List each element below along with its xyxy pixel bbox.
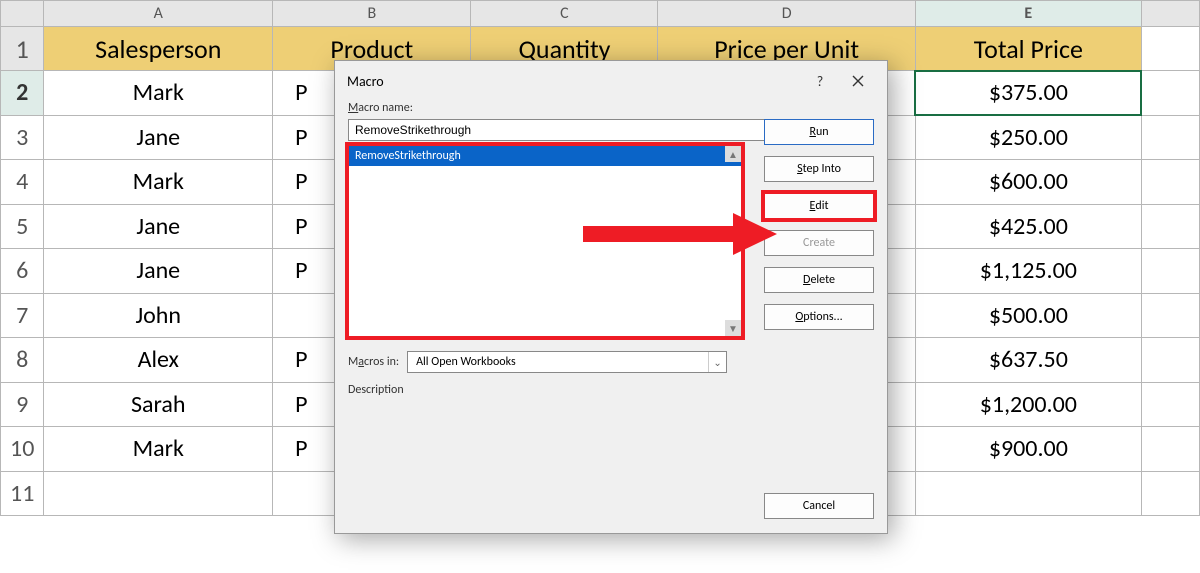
cell-f5[interactable] [1141, 204, 1199, 249]
macros-in-value: All Open Workbooks [408, 352, 708, 372]
macro-list[interactable]: RemoveStrikethrough ▲ ▼ [348, 145, 742, 337]
row-header-10[interactable]: 10 [1, 427, 44, 472]
cell-a1[interactable]: Salesperson [44, 27, 273, 71]
row-header-11[interactable]: 11 [1, 471, 44, 516]
cell-f1[interactable] [1141, 27, 1199, 71]
cell-a11[interactable] [44, 471, 273, 516]
cell-e4[interactable]: $600.00 [915, 160, 1141, 205]
cell-e8[interactable]: $637.50 [915, 338, 1141, 383]
description-label: Description [348, 383, 874, 397]
corner-cell[interactable] [1, 1, 44, 27]
cell-e1[interactable]: Total Price [915, 27, 1141, 71]
cell-f6[interactable] [1141, 249, 1199, 294]
cell-f10[interactable] [1141, 427, 1199, 472]
step-into-button[interactable]: Step Into [764, 156, 874, 182]
macros-in-label: Macros in: [348, 355, 399, 369]
cell-e3[interactable]: $250.00 [915, 115, 1141, 160]
delete-button[interactable]: Delete [764, 267, 874, 293]
cell-a6[interactable]: Jane [44, 249, 273, 294]
row-header-1[interactable]: 1 [1, 27, 44, 71]
cell-f9[interactable] [1141, 382, 1199, 427]
macro-list-item-selected[interactable]: RemoveStrikethrough [349, 146, 741, 166]
row-header-9[interactable]: 9 [1, 382, 44, 427]
cell-a10[interactable]: Mark [44, 427, 273, 472]
cell-f8[interactable] [1141, 338, 1199, 383]
col-header-b[interactable]: B [273, 1, 471, 27]
row-header-2[interactable]: 2 [1, 71, 44, 116]
cancel-button[interactable]: Cancel [764, 493, 874, 519]
col-header-c[interactable]: C [471, 1, 658, 27]
close-button[interactable] [839, 67, 877, 95]
col-header-e[interactable]: E [915, 1, 1141, 27]
row-header-4[interactable]: 4 [1, 160, 44, 205]
cell-e2[interactable]: $375.00 [915, 71, 1141, 116]
macro-name-label: Macro name: [348, 101, 874, 115]
macro-dialog: Macro ? Macro name: RemoveStrikethrough … [334, 60, 888, 534]
row-header-7[interactable]: 7 [1, 293, 44, 338]
cell-a2[interactable]: Mark [44, 71, 273, 116]
scroll-down-icon[interactable]: ▼ [725, 320, 741, 336]
cell-e11[interactable] [915, 471, 1141, 516]
column-headers-row: A B C D E [1, 1, 1200, 27]
create-button: Create [764, 230, 874, 256]
cell-a3[interactable]: Jane [44, 115, 273, 160]
cell-e6[interactable]: $1,125.00 [915, 249, 1141, 294]
row-header-3[interactable]: 3 [1, 115, 44, 160]
row-header-5[interactable]: 5 [1, 204, 44, 249]
scroll-up-icon[interactable]: ▲ [725, 146, 741, 162]
cell-e5[interactable]: $425.00 [915, 204, 1141, 249]
dialog-title: Macro [347, 73, 801, 90]
cell-a8[interactable]: Alex [44, 338, 273, 383]
col-header-next[interactable] [1141, 1, 1199, 27]
run-button[interactable]: Run [764, 119, 874, 145]
options-button[interactable]: Options... [764, 304, 874, 330]
cell-e10[interactable]: $900.00 [915, 427, 1141, 472]
cell-a7[interactable]: John [44, 293, 273, 338]
cell-e7[interactable]: $500.00 [915, 293, 1141, 338]
cell-f7[interactable] [1141, 293, 1199, 338]
cell-a5[interactable]: Jane [44, 204, 273, 249]
macros-in-dropdown[interactable]: All Open Workbooks ⌄ [407, 351, 727, 373]
cell-a9[interactable]: Sarah [44, 382, 273, 427]
col-header-d[interactable]: D [658, 1, 915, 27]
cell-f3[interactable] [1141, 115, 1199, 160]
row-header-6[interactable]: 6 [1, 249, 44, 294]
edit-button[interactable]: Edit [764, 193, 874, 219]
cell-e9[interactable]: $1,200.00 [915, 382, 1141, 427]
cell-f11[interactable] [1141, 471, 1199, 516]
help-button[interactable]: ? [801, 67, 839, 95]
cell-f2[interactable] [1141, 71, 1199, 116]
cell-f4[interactable] [1141, 160, 1199, 205]
chevron-down-icon: ⌄ [708, 352, 726, 372]
row-header-8[interactable]: 8 [1, 338, 44, 383]
close-icon [852, 75, 864, 87]
col-header-a[interactable]: A [44, 1, 273, 27]
cell-a4[interactable]: Mark [44, 160, 273, 205]
